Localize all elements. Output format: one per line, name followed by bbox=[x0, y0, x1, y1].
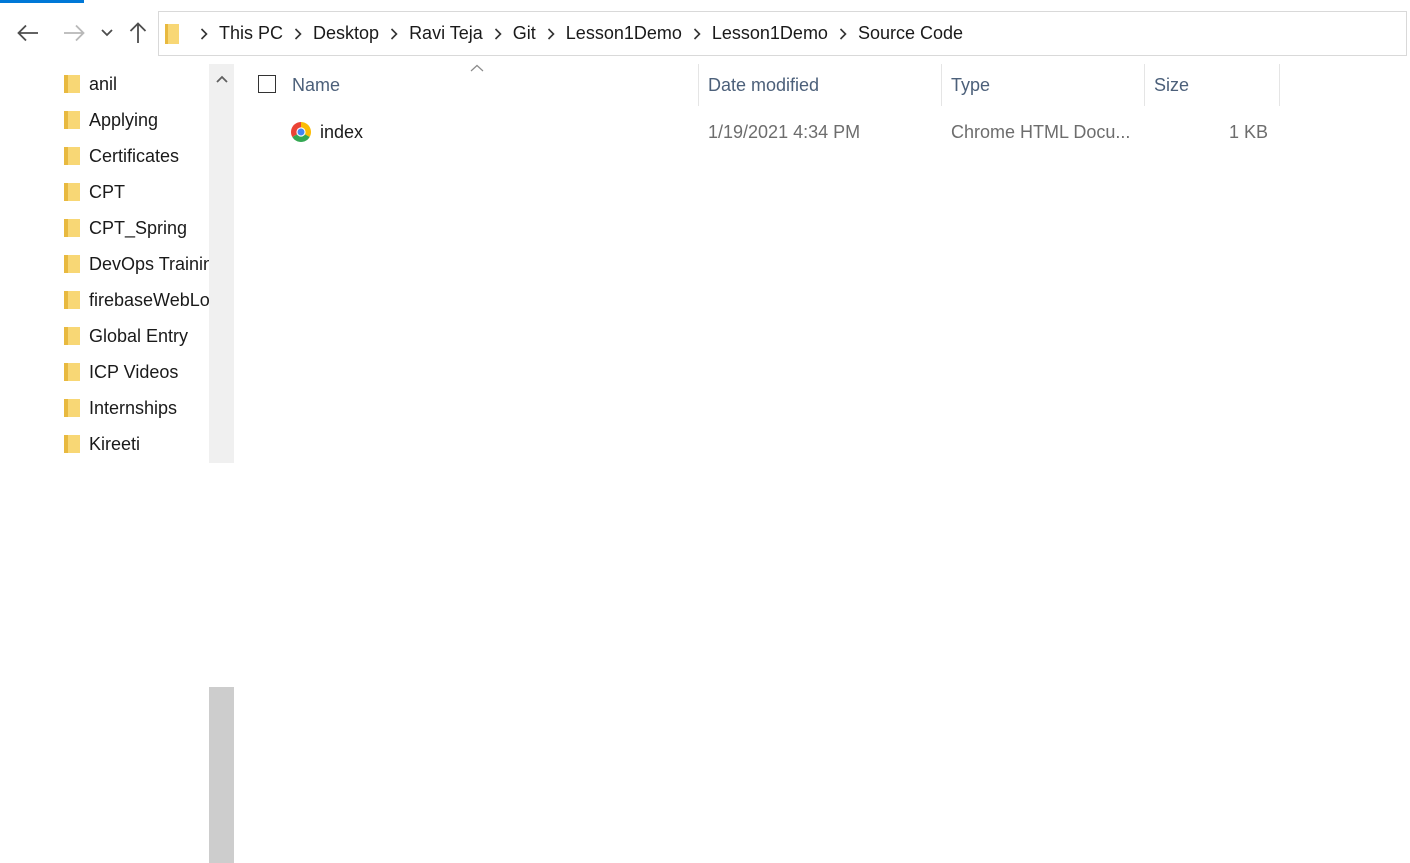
sidebar-item-label: Kireeti bbox=[89, 433, 141, 454]
column-header-date-modified[interactable]: Date modified bbox=[708, 64, 819, 106]
file-name-cell[interactable]: index bbox=[290, 114, 363, 150]
forward-button[interactable] bbox=[60, 18, 88, 48]
sidebar-item-devops-training[interactable]: DevOps Trainin bbox=[64, 246, 209, 282]
file-type: Chrome HTML Docu... bbox=[951, 121, 1131, 142]
arrow-left-icon bbox=[17, 24, 38, 42]
select-all-checkbox[interactable] bbox=[258, 75, 276, 93]
breadcrumb-lesson1demo[interactable]: Lesson1Demo bbox=[564, 23, 684, 44]
breadcrumb-this-pc[interactable]: This PC bbox=[217, 23, 285, 44]
chevron-right-icon[interactable] bbox=[830, 27, 856, 40]
sort-ascending-icon bbox=[470, 64, 484, 72]
arrow-right-icon bbox=[64, 24, 85, 42]
sidebar-item-anil[interactable]: anil bbox=[64, 66, 209, 102]
sidebar-item-cpt-spring[interactable]: CPT_Spring bbox=[64, 210, 209, 246]
folder-icon bbox=[165, 23, 191, 44]
folder-icon bbox=[64, 435, 80, 453]
column-divider[interactable] bbox=[1279, 64, 1280, 106]
folder-icon bbox=[64, 219, 80, 237]
sidebar-item-label: Internships bbox=[89, 397, 178, 418]
up-button[interactable] bbox=[124, 18, 152, 48]
recent-locations-button[interactable] bbox=[96, 18, 118, 48]
sidebar-item-label: DevOps Trainin bbox=[89, 253, 209, 274]
breadcrumb-source-code[interactable]: Source Code bbox=[856, 23, 965, 44]
chevron-right-icon[interactable] bbox=[538, 27, 564, 40]
sidebar-item-applying[interactable]: Applying bbox=[64, 102, 209, 138]
sidebar-item-label: Certificates bbox=[89, 145, 180, 166]
chrome-icon bbox=[291, 122, 311, 142]
sidebar-item-icp-videos[interactable]: ICP Videos bbox=[64, 354, 209, 390]
chevron-right-icon[interactable] bbox=[485, 27, 511, 40]
folder-icon bbox=[64, 147, 80, 165]
scroll-up-button[interactable] bbox=[209, 68, 234, 90]
file-date-modified: 1/19/2021 4:34 PM bbox=[708, 121, 861, 142]
chevron-right-icon[interactable] bbox=[285, 27, 311, 40]
column-header-name[interactable]: Name bbox=[292, 64, 340, 106]
navigation-bar: This PC Desktop Ravi Teja Git Lesson1Dem… bbox=[0, 8, 1410, 60]
address-bar[interactable]: This PC Desktop Ravi Teja Git Lesson1Dem… bbox=[158, 11, 1407, 56]
window-accent-bar bbox=[0, 0, 84, 3]
file-size: 1 KB bbox=[1228, 121, 1268, 142]
sidebar-item-label: Applying bbox=[89, 109, 159, 130]
chevron-right-icon[interactable] bbox=[684, 27, 710, 40]
folder-icon bbox=[64, 111, 80, 129]
chevron-right-icon[interactable] bbox=[381, 27, 407, 40]
folder-icon bbox=[64, 363, 80, 381]
folder-icon bbox=[64, 399, 80, 417]
folder-icon bbox=[64, 291, 80, 309]
sidebar-item-label: firebaseWebLo bbox=[89, 289, 209, 310]
folder-icon bbox=[64, 327, 80, 345]
sidebar-item-firebaseweblogin[interactable]: firebaseWebLo bbox=[64, 282, 209, 318]
sidebar-item-internships[interactable]: Internships bbox=[64, 390, 209, 426]
folder-icon bbox=[64, 75, 80, 93]
file-list-pane: Name Date modified Type Size index 1/19/… bbox=[234, 64, 1410, 463]
column-header-size[interactable]: Size bbox=[1154, 64, 1189, 106]
column-divider[interactable] bbox=[1144, 64, 1145, 106]
back-button[interactable] bbox=[14, 18, 42, 48]
sidebar-item-cpt[interactable]: CPT bbox=[64, 174, 209, 210]
sidebar-item-label: Global Entry bbox=[89, 325, 189, 346]
file-name: index bbox=[320, 121, 364, 142]
breadcrumb-ravi-teja[interactable]: Ravi Teja bbox=[407, 23, 485, 44]
file-row[interactable]: index 1/19/2021 4:34 PM Chrome HTML Docu… bbox=[234, 114, 1294, 150]
breadcrumb-desktop[interactable]: Desktop bbox=[311, 23, 381, 44]
sidebar-item-label: CPT bbox=[89, 181, 125, 202]
chevron-down-icon bbox=[101, 29, 113, 37]
folder-icon bbox=[64, 255, 80, 273]
arrow-up-icon bbox=[129, 22, 147, 43]
scrollbar-thumb[interactable] bbox=[209, 687, 234, 863]
sidebar-item-certificates[interactable]: Certificates bbox=[64, 138, 209, 174]
chevron-up-icon bbox=[215, 75, 228, 83]
chevron-right-icon[interactable] bbox=[191, 27, 217, 40]
breadcrumb-lesson1demo-inner[interactable]: Lesson1Demo bbox=[710, 23, 830, 44]
folder-icon bbox=[64, 183, 80, 201]
nav-pane-scrollbar[interactable] bbox=[209, 64, 234, 863]
sidebar-item-label: CPT_Spring bbox=[89, 217, 188, 238]
sidebar-item-global-entry[interactable]: Global Entry bbox=[64, 318, 209, 354]
sidebar-item-kireeti[interactable]: Kireeti bbox=[64, 426, 209, 462]
column-divider[interactable] bbox=[941, 64, 942, 106]
column-divider[interactable] bbox=[698, 64, 699, 106]
sidebar-item-label: ICP Videos bbox=[89, 361, 179, 382]
breadcrumb-git[interactable]: Git bbox=[511, 23, 538, 44]
sidebar-item-label: anil bbox=[89, 73, 118, 94]
column-header-type[interactable]: Type bbox=[951, 64, 990, 106]
navigation-pane: anil Applying Certificates CPT CPT_Sprin… bbox=[0, 64, 209, 463]
